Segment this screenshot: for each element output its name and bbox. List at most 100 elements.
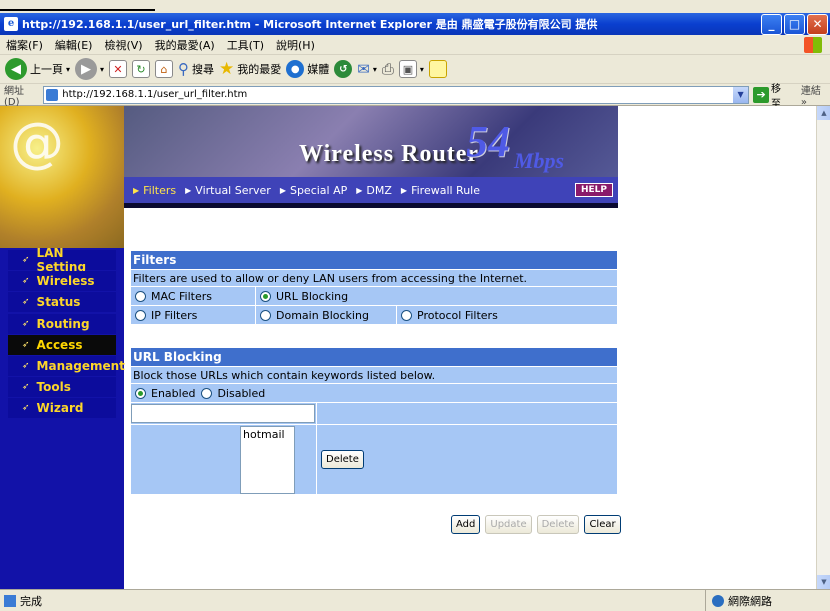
media-label: 媒體 [307, 63, 330, 76]
address-dropdown-icon[interactable]: ▼ [733, 86, 749, 103]
keyword-list[interactable]: hotmail [240, 425, 295, 494]
favorites-button[interactable]: ★ 我的最愛 [219, 59, 281, 79]
delete-button[interactable]: Delete [536, 515, 580, 534]
triangle-icon: ▶ [356, 185, 363, 195]
domain-blocking-option[interactable]: Domain Blocking [256, 306, 397, 324]
go-button[interactable]: ➔ 移至 [753, 80, 791, 110]
scroll-up-icon[interactable]: ▲ [817, 106, 830, 120]
sidebar-item-routing[interactable]: ➶ Routing [8, 313, 116, 334]
arrow-icon: ➶ [22, 382, 30, 393]
menu-tools[interactable]: 工具(T) [227, 37, 264, 53]
forward-button[interactable]: ▶ ▾ [75, 58, 104, 80]
sidebar-item-label: Management [36, 358, 125, 373]
menu-favorites[interactable]: 我的最愛(A) [155, 37, 215, 53]
edit-icon: ▣ [398, 60, 417, 78]
tab-special-ap[interactable]: ▶ Special AP [280, 184, 347, 197]
page-content: @ ➶ LAN Setting ➶ Wireless ➶ Status ➶ Routin… [0, 106, 816, 589]
search-button[interactable]: ⚲ 搜尋 [178, 60, 214, 78]
minimize-button[interactable]: _ [761, 13, 782, 35]
banner-speed: 54 [466, 117, 510, 166]
stop-button[interactable]: ✕ [109, 60, 128, 78]
messenger-button[interactable] [428, 60, 447, 78]
arrow-icon: ➶ [22, 360, 30, 371]
home-button[interactable]: ⌂ [155, 60, 174, 78]
enabled-option[interactable]: Enabled [135, 387, 195, 400]
radio-icon [401, 309, 412, 321]
close-button[interactable]: ✕ [807, 13, 828, 35]
note-icon [428, 60, 447, 78]
triangle-icon: ▶ [279, 185, 286, 195]
radio-icon [260, 309, 271, 321]
menu-view[interactable]: 檢視(V) [104, 37, 142, 53]
url-blocking-option[interactable]: URL Blocking [256, 287, 617, 305]
menu-help[interactable]: 說明(H) [276, 37, 315, 53]
tab-filters[interactable]: ▶ Filters [133, 184, 176, 197]
maximize-button[interactable]: □ [784, 13, 805, 35]
tab-virtual-server[interactable]: ▶ Virtual Server [185, 184, 271, 197]
tab-firewall-rule[interactable]: ▶ Firewall Rule [401, 184, 480, 197]
sidebar-item-lan-setting[interactable]: ➶ LAN Setting [8, 246, 116, 274]
chevron-down-icon: ▾ [66, 64, 71, 74]
option-label: MAC Filters [151, 289, 212, 303]
security-zone: 網際網路 [705, 590, 830, 611]
search-label: 搜尋 [192, 63, 215, 76]
filters-options-row-2: IP Filters Domain Blocking Protocol Filt… [131, 305, 617, 324]
disabled-option[interactable]: Disabled [201, 387, 265, 400]
browser-window: e http://192.168.1.1/user_url_filter.htm… [0, 0, 830, 611]
edit-button[interactable]: ▣ ▾ [398, 60, 424, 78]
sidebar-item-status[interactable]: ➶ Status [8, 292, 116, 313]
windows-logo-icon [804, 36, 822, 53]
menu-file[interactable]: 檔案(F) [6, 37, 43, 53]
chevron-down-icon: ▾ [372, 64, 377, 74]
protocol-filters-option[interactable]: Protocol Filters [397, 306, 617, 324]
address-url: http://192.168.1.1/user_url_filter.htm [62, 89, 248, 100]
star-icon: ★ [219, 59, 235, 79]
url-blocking-description: Block those URLs which contain keywords … [131, 366, 617, 383]
option-label: Disabled [217, 386, 266, 400]
history-button[interactable]: ↺ [334, 60, 353, 78]
triangle-icon: ▶ [400, 185, 408, 195]
ip-filters-option[interactable]: IP Filters [131, 306, 256, 324]
radio-icon [201, 387, 213, 399]
tab-bar: ▶ Filters ▶ Virtual Server ▶ Special AP ▶ DM… [124, 177, 618, 203]
title-bar[interactable]: e http://192.168.1.1/user_url_filter.htm… [0, 13, 830, 35]
go-arrow-icon: ➔ [753, 86, 769, 103]
option-label: Enabled [151, 386, 196, 400]
menu-edit[interactable]: 編輯(E) [55, 37, 93, 53]
keyword-input[interactable] [131, 404, 315, 423]
media-button[interactable]: ● 媒體 [286, 60, 329, 78]
help-button[interactable]: HELP [574, 183, 613, 197]
address-input[interactable]: http://192.168.1.1/user_url_filter.htm ▼ [43, 85, 750, 104]
update-button[interactable]: Update [485, 515, 532, 534]
delete-keyword-button[interactable]: Delete [321, 450, 364, 469]
forward-arrow-icon: ▶ [75, 58, 98, 80]
option-label: IP Filters [151, 308, 198, 322]
go-label: 移至 [771, 83, 781, 110]
sidebar-item-label: Routing [36, 316, 90, 331]
filters-panel: Filters Filters are used to allow or den… [131, 251, 617, 324]
links-button[interactable]: 連結 » [801, 82, 830, 108]
sidebar: @ ➶ LAN Setting ➶ Wireless ➶ Status ➶ Routin… [0, 106, 125, 589]
vertical-scrollbar[interactable]: ▲ ▼ [816, 106, 830, 589]
favorites-label: 我的最愛 [237, 63, 282, 76]
page-icon [46, 88, 59, 101]
add-button[interactable]: Add [451, 515, 481, 534]
page-done-icon [4, 594, 16, 607]
sidebar-item-tools[interactable]: ➶ Tools [8, 377, 116, 398]
keyword-list-item[interactable]: hotmail [243, 428, 292, 441]
clear-button[interactable]: Clear [584, 515, 621, 534]
sidebar-item-wizard[interactable]: ➶ Wizard [8, 398, 116, 419]
action-buttons: Add Update Delete Clear [451, 515, 621, 534]
print-button[interactable]: ⎙ [382, 60, 394, 78]
sidebar-item-access[interactable]: ➶ Access [8, 334, 116, 355]
delete-keyword-cell: Delete [317, 425, 617, 494]
sidebar-item-management[interactable]: ➶ Management [8, 355, 125, 376]
mail-button[interactable]: ✉ ▾ [357, 60, 377, 78]
scroll-down-icon[interactable]: ▼ [817, 575, 830, 589]
refresh-button[interactable]: ↻ [132, 60, 151, 78]
back-button[interactable]: ◀ 上一頁 ▾ [5, 58, 70, 80]
sidebar-item-wireless[interactable]: ➶ Wireless [8, 271, 116, 292]
tab-dmz[interactable]: ▶ DMZ [356, 184, 392, 197]
mac-filters-option[interactable]: MAC Filters [131, 287, 256, 305]
option-label: Protocol Filters [417, 308, 498, 322]
